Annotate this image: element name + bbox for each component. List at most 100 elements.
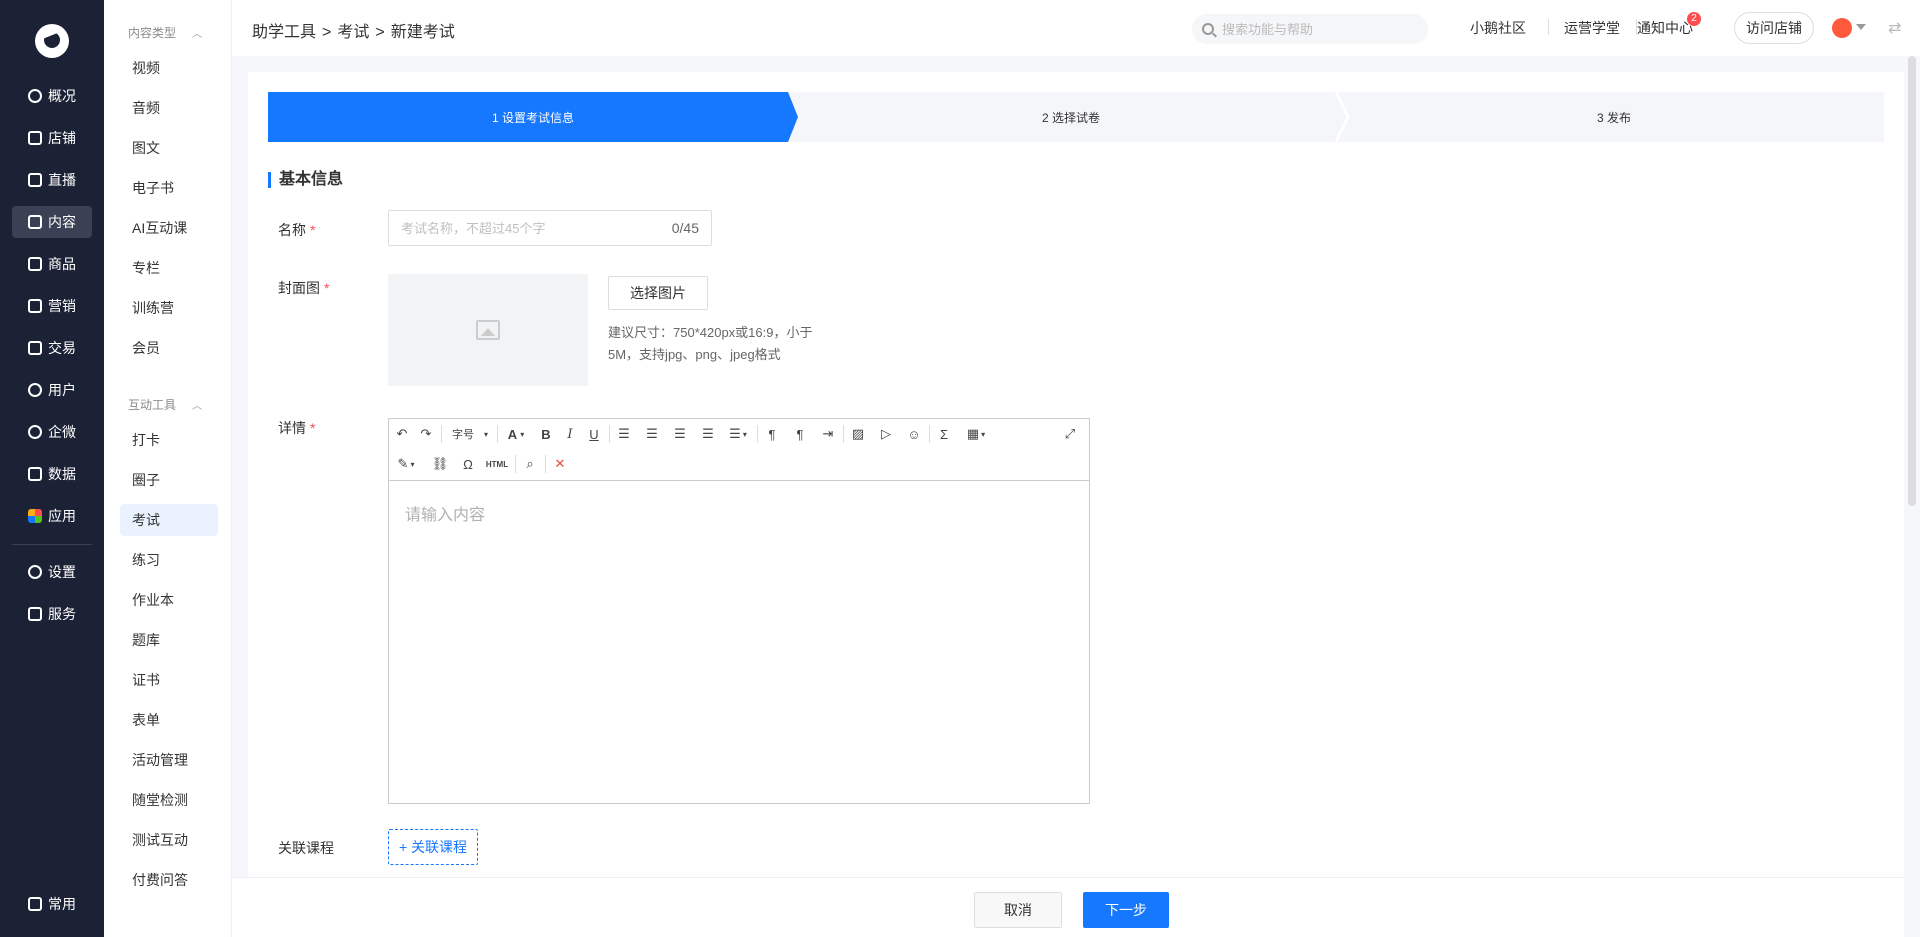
subnav-item[interactable]: 活动管理 (120, 744, 218, 776)
wecom-icon (28, 425, 42, 439)
align-right-icon[interactable]: ☰ (669, 424, 691, 444)
logo-icon[interactable] (35, 24, 69, 58)
search-input[interactable] (1222, 21, 1412, 37)
page-scrollbar[interactable] (1908, 56, 1916, 506)
toolbar-divider (609, 425, 610, 443)
nav-item-common[interactable]: 常用 (12, 888, 92, 920)
subnav-item[interactable]: 证书 (120, 664, 218, 696)
cover-label: 封面图 * (278, 280, 330, 296)
fullscreen-icon[interactable]: ⤢ (1059, 424, 1081, 444)
subnav-item[interactable]: 圈子 (120, 464, 218, 496)
nav-item-settings[interactable]: 设置 (12, 556, 92, 588)
academy-link[interactable]: 运营学堂 (1564, 18, 1620, 38)
nav-item-user[interactable]: 用户 (12, 374, 92, 406)
nav-item-apps[interactable]: 应用 (12, 500, 92, 532)
bold-icon[interactable]: B (535, 424, 557, 444)
subnav-item[interactable]: 专栏 (120, 252, 218, 284)
avatar[interactable] (1832, 18, 1852, 38)
nav-item-wecom[interactable]: 企微 (12, 416, 92, 448)
course-label: 关联课程 (278, 840, 334, 856)
nav-item-overview[interactable]: 概况 (12, 80, 92, 112)
font-color-icon[interactable]: A ▾ (501, 424, 531, 444)
nav-item-live[interactable]: 直播 (12, 164, 92, 196)
indent-icon[interactable]: ⇥ (817, 424, 839, 444)
link-course-button[interactable]: + 关联课程 (388, 829, 478, 865)
toolbar-divider (441, 425, 442, 443)
align-justify-icon[interactable]: ☰ (697, 424, 719, 444)
chevron-down-icon: ▾ (981, 429, 986, 439)
line-height-icon[interactable]: ☰ ▾ (723, 424, 753, 444)
subnav-item[interactable]: 练习 (120, 544, 218, 576)
link-icon[interactable]: ⛓ (429, 454, 451, 474)
nav-item-marketing[interactable]: 营销 (12, 290, 92, 322)
nav-item-data[interactable]: 数据 (12, 458, 92, 490)
next-step-button[interactable]: 下一步 (1083, 892, 1169, 928)
product-icon (28, 257, 42, 271)
chevron-down-icon: ▾ (483, 429, 488, 439)
nav-item-trade[interactable]: 交易 (12, 332, 92, 364)
insert-image-icon[interactable]: ▨ (847, 424, 869, 444)
subnav-item[interactable]: 作业本 (120, 584, 218, 616)
editor-content-area[interactable]: 请输入内容 (389, 481, 1089, 803)
subnav-item[interactable]: 电子书 (120, 172, 218, 204)
toolbar-divider (843, 425, 844, 443)
subnav-item[interactable]: 训练营 (120, 292, 218, 324)
chevron-down-icon[interactable] (1856, 24, 1866, 30)
content-icon (28, 215, 42, 229)
subnav-item-exam[interactable]: 考试 (120, 504, 218, 536)
overview-icon (28, 89, 42, 103)
subnav-item[interactable]: 图文 (120, 132, 218, 164)
find-replace-icon[interactable]: ⌕ (519, 454, 541, 474)
subnav-item[interactable]: 表单 (120, 704, 218, 736)
subnav-group-content-type[interactable]: 内容类型 ︿ (128, 24, 202, 41)
breadcrumb-link[interactable]: 考试 (337, 24, 369, 41)
name-input[interactable] (401, 220, 672, 236)
search-box[interactable] (1192, 14, 1428, 44)
subnav-item[interactable]: 会员 (120, 332, 218, 364)
subnav-item[interactable]: 随堂检测 (120, 784, 218, 816)
font-size-dropdown[interactable]: 字号 ▾ (447, 424, 493, 444)
emoji-icon[interactable]: ☺ (903, 424, 925, 444)
nav-item-service[interactable]: 服务 (12, 598, 92, 630)
community-link[interactable]: 小鹅社区 (1470, 18, 1526, 38)
format-painter-icon[interactable]: ✎ ▾ (391, 454, 421, 474)
breadcrumb-link[interactable]: 助学工具 (252, 24, 316, 41)
align-left-icon[interactable]: ☰ (613, 424, 635, 444)
cover-image-placeholder[interactable] (388, 274, 588, 386)
html-icon[interactable]: HTML (483, 454, 511, 474)
notification-badge: 2 (1687, 12, 1701, 26)
main-content: 1 设置考试信息 2 选择试卷 3 发布 基本信息 名称* 0/45 封面图* … (248, 72, 1904, 877)
subnav-item[interactable]: 音频 (120, 92, 218, 124)
settings-icon (28, 565, 42, 579)
ltr-icon[interactable]: ¶ (761, 424, 783, 444)
underline-icon[interactable]: U (583, 424, 605, 444)
subnav-item[interactable]: 打卡 (120, 424, 218, 456)
redo-icon[interactable]: ↷ (415, 424, 437, 444)
nav-item-content[interactable]: 内容 (12, 206, 92, 238)
formula-icon[interactable]: Σ (933, 424, 955, 444)
align-center-icon[interactable]: ☰ (641, 424, 663, 444)
visit-shop-button[interactable]: 访问店铺 (1734, 12, 1814, 44)
cancel-button[interactable]: 取消 (974, 892, 1062, 928)
subnav-item[interactable]: 视频 (120, 52, 218, 84)
subnav-group-interactive-tools[interactable]: 互动工具 ︿ (128, 396, 202, 413)
nav-item-shop[interactable]: 店铺 (12, 122, 92, 154)
plugin-icon[interactable]: ✕ (549, 454, 571, 474)
table-icon[interactable]: ▦ ▾ (961, 424, 991, 444)
subnav-item[interactable]: 题库 (120, 624, 218, 656)
nav-item-product[interactable]: 商品 (12, 248, 92, 280)
swap-icon[interactable]: ⇄ (1888, 18, 1901, 38)
special-char-icon[interactable]: Ω (457, 454, 479, 474)
subnav-item[interactable]: 测试互动 (120, 824, 218, 856)
name-field[interactable]: 0/45 (388, 210, 712, 246)
subnav-item[interactable]: AI互动课 (120, 212, 218, 244)
choose-image-button[interactable]: 选择图片 (608, 276, 708, 310)
undo-icon[interactable]: ↶ (391, 424, 413, 444)
rtl-icon[interactable]: ¶ (789, 424, 811, 444)
insert-video-icon[interactable]: ▷ (875, 424, 897, 444)
notification-link[interactable]: 通知中心 (1637, 18, 1693, 38)
italic-icon[interactable]: I (559, 424, 581, 444)
subnav-item[interactable]: 付费问答 (120, 864, 218, 896)
image-icon (476, 320, 500, 340)
service-icon (28, 607, 42, 621)
